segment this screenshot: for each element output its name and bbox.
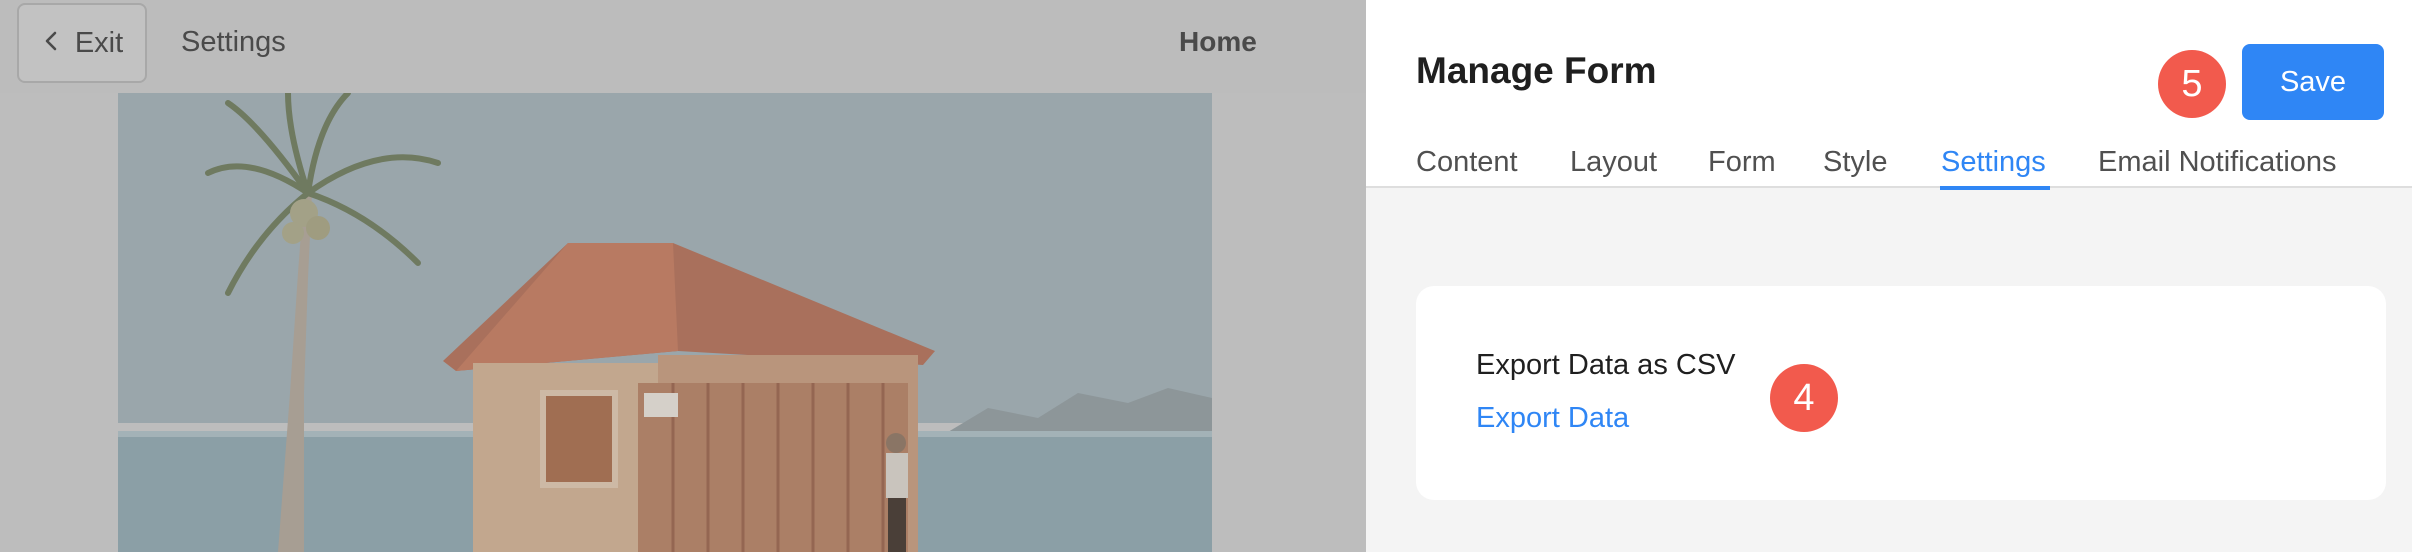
tab-bar: Content Layout Form Style Settings Email…	[1366, 140, 2412, 190]
tab-style[interactable]: Style	[1823, 146, 1887, 179]
tab-settings[interactable]: Settings	[1941, 146, 2046, 179]
active-tab-indicator	[1940, 186, 2050, 190]
exit-label: Exit	[74, 26, 124, 59]
tab-content[interactable]: Content	[1416, 146, 1518, 179]
tab-email-notifications[interactable]: Email Notifications	[2098, 146, 2337, 179]
hero-image	[118, 93, 1212, 552]
panel-title: Manage Form	[1416, 50, 1657, 91]
breadcrumb-settings: Settings	[181, 26, 286, 58]
export-card: Export Data as CSV Export Data 4	[1416, 286, 2386, 500]
export-data-link[interactable]: Export Data	[1476, 402, 1629, 435]
panel-header: Manage Form 5 Save Content Layout Form S…	[1366, 0, 2412, 190]
step-badge-4: 4	[1770, 364, 1838, 432]
save-button[interactable]: Save	[2242, 44, 2384, 120]
page-preview: Exit Settings Home	[0, 0, 1366, 552]
tab-layout[interactable]: Layout	[1570, 146, 1657, 179]
manage-form-panel: Manage Form 5 Save Content Layout Form S…	[1366, 0, 2412, 552]
chevron-left-icon	[41, 30, 63, 57]
exit-button[interactable]: Exit	[17, 3, 147, 83]
step-badge-5: 5	[2158, 50, 2226, 118]
preview-topbar: Exit Settings Home	[0, 0, 1366, 93]
nav-home-link[interactable]: Home	[1179, 26, 1257, 58]
export-title: Export Data as CSV	[1476, 349, 1736, 381]
tab-form[interactable]: Form	[1708, 146, 1776, 179]
